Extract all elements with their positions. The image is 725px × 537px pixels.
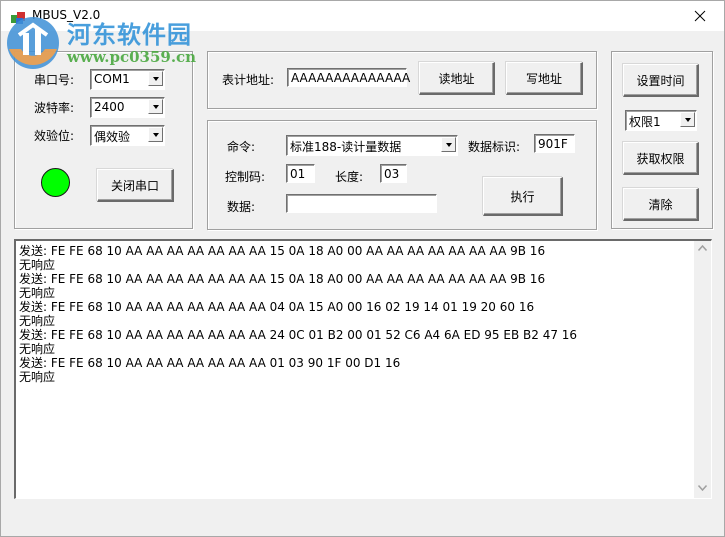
data-id-input[interactable]: 901F	[534, 134, 575, 153]
chevron-down-icon	[698, 485, 707, 491]
data-id-label: 数据标识:	[468, 140, 521, 154]
log-line: 无响应	[19, 370, 56, 384]
length-label: 长度:	[335, 170, 364, 184]
control-code-input[interactable]: 01	[286, 164, 315, 183]
log-textarea[interactable]: 发送: FE FE 68 10 AA AA AA AA AA AA AA 15 …	[14, 239, 712, 499]
command-value: 标准188-读计量数据	[290, 140, 402, 154]
data-label: 数据:	[227, 200, 256, 214]
window-title: MBUS_V2.0	[32, 8, 101, 22]
length-input[interactable]: 03	[380, 164, 407, 183]
close-button[interactable]	[688, 5, 712, 27]
clear-button[interactable]: 清除	[623, 188, 699, 221]
log-line: 无响应	[19, 314, 56, 328]
log-line: 发送: FE FE 68 10 AA AA AA AA AA AA AA 15 …	[19, 272, 546, 286]
vertical-scrollbar[interactable]	[694, 241, 711, 498]
data-input[interactable]	[286, 194, 437, 213]
command-label: 命令:	[227, 140, 256, 154]
app-icon	[11, 9, 27, 25]
parity-label: 效验位:	[34, 129, 75, 143]
log-line: 发送: FE FE 68 10 AA AA AA AA AA AA AA 01 …	[19, 356, 401, 370]
chevron-down-icon[interactable]	[148, 71, 163, 86]
scroll-up-button[interactable]	[694, 241, 711, 258]
log-line: 发送: FE FE 68 10 AA AA AA AA AA AA AA 04 …	[19, 300, 535, 314]
get-permission-button[interactable]: 获取权限	[623, 142, 699, 175]
command-select[interactable]: 标准188-读计量数据	[286, 135, 458, 156]
connection-status-led	[41, 168, 70, 197]
log-line: 无响应	[19, 342, 56, 356]
baud-select[interactable]: 2400	[90, 97, 165, 118]
close-icon	[694, 10, 706, 22]
log-line: 无响应	[19, 258, 56, 272]
app-window: MBUS_V2.0 串口号: COM1 波特率: 2400 效验位: 偶效验 关…	[0, 0, 725, 537]
permission-select[interactable]: 权限1	[625, 110, 697, 131]
port-value: COM1	[94, 72, 130, 86]
meter-address-input[interactable]: AAAAAAAAAAAAAA	[287, 68, 410, 87]
permission-value: 权限1	[629, 115, 661, 129]
control-code-label: 控制码:	[225, 170, 266, 184]
read-address-button[interactable]: 读地址	[419, 62, 495, 95]
chevron-up-icon	[698, 245, 707, 251]
baud-value: 2400	[94, 100, 125, 114]
log-line: 无响应	[19, 286, 56, 300]
chevron-down-icon[interactable]	[148, 127, 163, 142]
scroll-down-button[interactable]	[694, 481, 711, 498]
log-content: 发送: FE FE 68 10 AA AA AA AA AA AA AA 15 …	[19, 244, 691, 384]
set-time-button[interactable]: 设置时间	[623, 64, 699, 97]
parity-value: 偶效验	[94, 130, 131, 144]
title-bar: MBUS_V2.0	[1, 1, 724, 31]
execute-button[interactable]: 执行	[483, 177, 563, 216]
chevron-down-icon[interactable]	[441, 137, 456, 152]
close-port-button[interactable]: 关闭串口	[97, 169, 174, 202]
chevron-down-icon[interactable]	[680, 112, 695, 127]
port-select[interactable]: COM1	[90, 69, 165, 90]
chevron-down-icon[interactable]	[148, 99, 163, 114]
baud-label: 波特率:	[34, 101, 75, 115]
log-line: 发送: FE FE 68 10 AA AA AA AA AA AA AA 24 …	[19, 328, 578, 342]
write-address-button[interactable]: 写地址	[506, 62, 583, 95]
meter-address-label: 表计地址:	[222, 73, 275, 87]
log-line: 发送: FE FE 68 10 AA AA AA AA AA AA AA 15 …	[19, 244, 546, 258]
port-label: 串口号:	[34, 73, 75, 87]
parity-select[interactable]: 偶效验	[90, 125, 165, 146]
